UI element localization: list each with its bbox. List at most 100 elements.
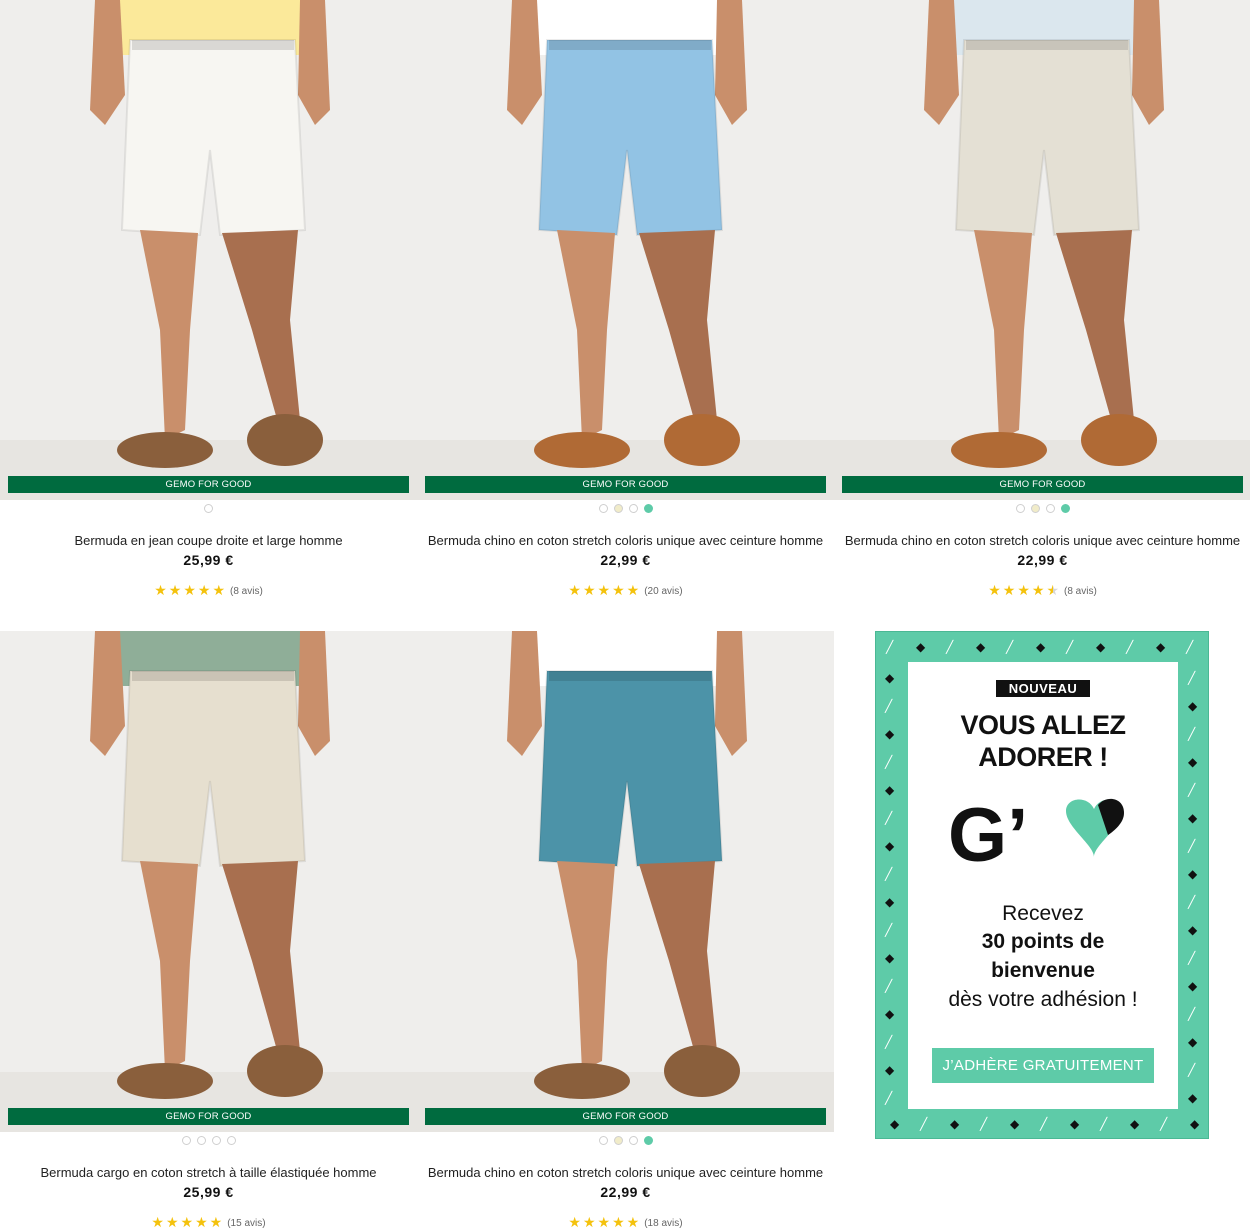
shorts [120, 670, 307, 868]
star-icon: ★ [197, 583, 211, 599]
color-swatch[interactable] [204, 504, 213, 513]
left-shoe [534, 1063, 630, 1099]
color-swatch[interactable] [628, 504, 638, 513]
product-image[interactable] [834, 0, 1250, 500]
slash-decoration: ╱ [885, 1035, 893, 1049]
right-leg [222, 230, 300, 430]
promo-text-line2: 30 points de [981, 930, 1105, 953]
product-rating[interactable]: ★ ★ ★ ★ ★ (18 avis) [417, 1216, 834, 1230]
product-title[interactable]: Bermuda chino en coton stretch coloris u… [417, 533, 834, 548]
right-arm [715, 631, 747, 756]
color-swatch[interactable] [628, 1136, 638, 1145]
product-card[interactable]: GEMO FOR GOOD Bermuda cargo en coton stre… [0, 631, 417, 1230]
diamond-decoration: ◆ [1188, 1091, 1198, 1105]
slash-decoration: ╱ [885, 867, 893, 881]
left-arm [507, 631, 542, 756]
product-title[interactable]: Bermuda en jean coupe droite et large ho… [0, 533, 417, 548]
left-arm [924, 0, 959, 125]
review-count[interactable]: (18 avis) [644, 1218, 682, 1229]
color-swatch[interactable] [598, 1136, 608, 1145]
product-card[interactable]: GEMO FOR GOOD Bermuda chino en coton stre… [417, 0, 834, 600]
product-image[interactable] [417, 631, 834, 1132]
left-arm [90, 0, 125, 125]
waistband [132, 671, 294, 681]
right-shoe [247, 1045, 323, 1097]
product-card[interactable]: GEMO FOR GOOD Bermuda chino en coton stre… [417, 631, 834, 1230]
review-count[interactable]: (8 avis) [1064, 586, 1097, 597]
product-image[interactable] [417, 0, 834, 500]
product-card[interactable]: GEMO FOR GOOD Bermuda chino en coton stre… [834, 0, 1250, 600]
product-title[interactable]: Bermuda chino en coton stretch coloris u… [417, 1165, 834, 1180]
diamond-decoration: ◆ [885, 671, 895, 685]
slash-decoration: ╱ [1186, 640, 1194, 654]
diamond-decoration: ◆ [885, 783, 895, 797]
promo-text-line3: bienvenue [991, 959, 1095, 982]
slash-decoration: ╱ [1160, 1117, 1168, 1131]
join-free-button[interactable]: J’ADHÈRE GRATUITEMENT [932, 1048, 1154, 1083]
review-count[interactable]: (15 avis) [227, 1218, 265, 1229]
color-swatch[interactable] [1060, 504, 1070, 513]
slash-decoration: ╱ [1100, 1117, 1108, 1131]
color-swatches [417, 1136, 834, 1146]
diamond-decoration: ◆ [890, 1117, 900, 1131]
right-shoe [1081, 414, 1157, 466]
loyalty-promo-card[interactable]: ╱ ◆ ◆ ╱ ╱ ◆ ◆ ╱ ╱ ◆ ◆ ╱ ╱ ◆ ◆ ╱ ╱ ◆ ◆ ╱ ╱ ◆ ◆ ╱ ╱ ◆ ◆ ╱ ╱ ◆ ◆ ╱ ╱ ◆ ◆ ╱ ╱ ◆ ◆ ╱… [875, 631, 1209, 1139]
diamond-decoration: ◆ [1190, 1117, 1200, 1131]
diamond-decoration: ◆ [885, 1063, 895, 1077]
slash-decoration: ╱ [1126, 640, 1134, 654]
left-arm [507, 0, 542, 125]
diamond-decoration: ◆ [1010, 1117, 1020, 1131]
diamond-decoration: ◆ [885, 839, 895, 853]
color-swatch[interactable] [181, 1136, 191, 1145]
color-swatch[interactable] [196, 1136, 206, 1145]
right-leg [222, 861, 300, 1061]
review-count[interactable]: (20 avis) [644, 586, 682, 597]
star-icon: ★ [582, 583, 596, 599]
star-icon: ★ [209, 1215, 223, 1230]
star-icon: ★ [568, 583, 581, 599]
star-icon: ★ [165, 1215, 179, 1230]
color-swatch[interactable] [1045, 504, 1055, 513]
product-image[interactable] [0, 631, 417, 1132]
product-rating[interactable]: ★ ★ ★ ★ ★ (8 avis) [834, 584, 1250, 598]
diamond-decoration: ◆ [1188, 1035, 1198, 1049]
color-swatch[interactable] [1030, 504, 1040, 513]
product-card[interactable]: GEMO FOR GOOD Bermuda en jean coupe droit… [0, 0, 417, 600]
color-swatch[interactable] [598, 504, 608, 513]
right-leg [639, 861, 717, 1061]
star-icon: ★ [626, 583, 640, 599]
promo-headline-line1: VOUS ALLEZ [960, 710, 1126, 740]
product-title[interactable]: Bermuda chino en coton stretch coloris u… [834, 533, 1250, 548]
color-swatch[interactable] [1015, 504, 1025, 513]
star-icon: ★ [1002, 583, 1016, 599]
review-count[interactable]: (8 avis) [230, 586, 263, 597]
product-image[interactable] [0, 0, 417, 500]
right-arm [298, 631, 330, 756]
diamond-decoration: ◆ [976, 640, 986, 654]
color-swatch[interactable] [613, 504, 623, 513]
star-icon: ★ [597, 583, 611, 599]
waistband [549, 40, 711, 50]
diamond-decoration: ◆ [1130, 1117, 1140, 1131]
star-icon: ★ [1031, 583, 1045, 599]
right-shoe [664, 1045, 740, 1097]
color-swatch[interactable] [211, 1136, 221, 1145]
color-swatch[interactable] [643, 1136, 653, 1145]
product-rating[interactable]: ★ ★ ★ ★ ★ (8 avis) [0, 584, 417, 598]
star-icon: ★ [168, 583, 182, 599]
left-leg [974, 230, 1032, 440]
product-rating[interactable]: ★ ★ ★ ★ ★ (15 avis) [0, 1216, 417, 1230]
right-arm [715, 0, 747, 125]
product-rating[interactable]: ★ ★ ★ ★ ★ (20 avis) [417, 584, 834, 598]
color-swatch[interactable] [613, 1136, 623, 1145]
shorts [954, 39, 1141, 237]
slash-decoration: ╱ [946, 640, 954, 654]
star-icon: ★ [151, 1215, 164, 1230]
shorts [120, 39, 307, 237]
color-swatch[interactable] [226, 1136, 236, 1145]
product-title[interactable]: Bermuda cargo en coton stretch à taille … [0, 1165, 417, 1180]
slash-decoration: ╱ [1188, 839, 1196, 853]
left-leg [140, 861, 198, 1071]
color-swatch[interactable] [643, 504, 653, 513]
star-icon: ★ [183, 583, 196, 599]
